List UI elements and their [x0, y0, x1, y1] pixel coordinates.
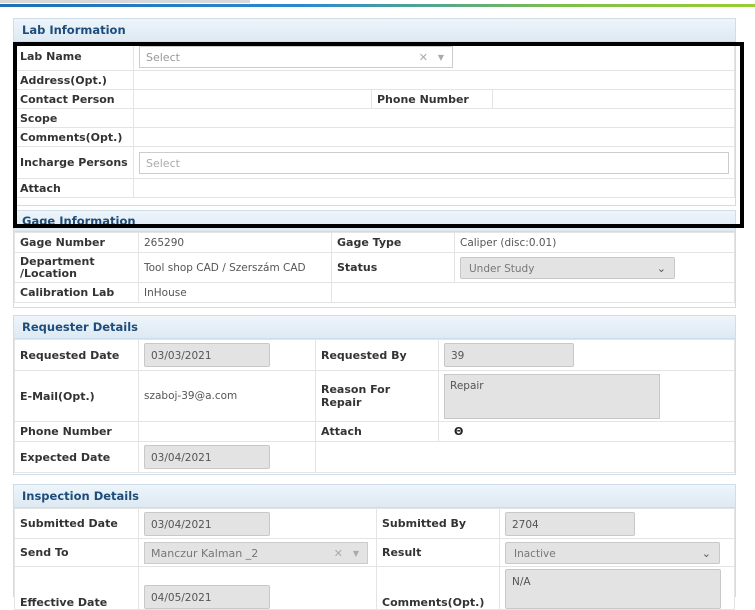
lab-information-table: Lab Name Select ✕ ▼ Address(Opt.) Contac…	[14, 42, 735, 198]
expected-date-label: Expected Date	[14, 441, 139, 473]
calibration-lab-value: InHouse	[138, 282, 332, 303]
inspection-details-header: Inspection Details	[14, 485, 735, 508]
gage-type-label: Gage Type	[331, 232, 455, 253]
requester-phone-value[interactable]	[138, 421, 316, 442]
chevron-down-icon: ⌄	[656, 261, 666, 275]
reason-cell: Repair	[438, 370, 735, 422]
requested-date-cell: 03/03/2021	[138, 339, 316, 371]
lab-name-label: Lab Name	[14, 42, 134, 71]
status-value: Under Study	[469, 262, 535, 275]
inspection-comments-input[interactable]: N/A	[505, 569, 721, 609]
lab-phone-label: Phone Number	[371, 89, 493, 109]
department-label-line2: /Location	[20, 266, 77, 280]
requester-attach-label: Attach	[315, 421, 439, 442]
submitted-date-cell: 03/04/2021	[138, 508, 377, 539]
submitted-by-label: Submitted By	[376, 508, 500, 539]
status-label: Status	[331, 252, 455, 283]
lab-name-placeholder: Select	[146, 50, 180, 64]
submitted-date-label: Submitted Date	[14, 508, 139, 539]
send-to-label: Send To	[14, 538, 139, 567]
status-cell: Under Study ⌄	[454, 252, 735, 283]
caret-down-icon[interactable]: ▼	[353, 543, 359, 565]
contact-person-value[interactable]	[133, 89, 372, 109]
effective-date-input[interactable]: 04/05/2021	[144, 585, 270, 609]
scope-value[interactable]	[133, 108, 735, 128]
send-to-cell: Manczur Kalman _2 ✕ ▼	[138, 538, 377, 567]
reason-for-repair-label: Reason For Repair	[315, 370, 439, 422]
gage-number-value: 265290	[138, 232, 332, 253]
gage-information-header: Gage Information	[14, 211, 735, 232]
department-label: Department /Location	[14, 252, 139, 283]
submitted-date-input[interactable]: 03/04/2021	[144, 511, 270, 536]
effective-date-cell: 04/05/2021	[138, 566, 377, 610]
email-value: szaboj-39@a.com	[138, 370, 316, 422]
scope-label: Scope	[14, 108, 134, 128]
requested-by-input[interactable]: 39	[444, 343, 574, 367]
requested-by-label: Requested By	[315, 339, 439, 371]
gage-number-label: Gage Number	[14, 232, 139, 253]
lab-phone-value[interactable]	[492, 89, 735, 109]
submitted-by-input[interactable]: 2704	[505, 511, 635, 536]
address-value[interactable]	[133, 70, 735, 90]
lab-name-cell: Select ✕ ▼	[133, 42, 735, 71]
requester-details-section: Requester Details Requested Date 03/03/2…	[13, 315, 736, 475]
requester-phone-label: Phone Number	[14, 421, 139, 442]
gage-type-value: Caliper (disc:0.01)	[454, 232, 735, 253]
incharge-persons-label: Incharge Persons	[14, 146, 134, 179]
clear-icon[interactable]: ✕	[419, 47, 428, 69]
address-label: Address(Opt.)	[14, 70, 134, 90]
requester-attach-cell: Θ	[438, 421, 735, 442]
chevron-down-icon: ⌄	[701, 546, 711, 560]
requested-date-label: Requested Date	[14, 339, 139, 371]
lab-attach-label: Attach	[14, 178, 134, 198]
submitted-by-cell: 2704	[499, 508, 735, 539]
incharge-persons-select[interactable]: Select	[139, 151, 729, 174]
result-cell: Inactive ⌄	[499, 538, 735, 567]
inspection-comments-label: Comments(Opt.)	[376, 566, 500, 610]
reason-for-repair-textarea[interactable]: Repair	[444, 373, 660, 419]
calibration-lab-label: Calibration Lab	[14, 282, 139, 303]
inspection-details-section: Inspection Details Submitted Date 03/04/…	[13, 484, 736, 610]
department-value: Tool shop CAD / Szerszám CAD	[138, 252, 332, 283]
inspection-comments-cell: N/A	[499, 566, 735, 610]
effective-date-label: Effective Date	[14, 566, 139, 610]
top-gradient-strip	[0, 4, 755, 7]
result-dropdown[interactable]: Inactive ⌄	[505, 541, 720, 564]
lab-information-header: Lab Information	[14, 19, 735, 42]
status-dropdown[interactable]: Under Study ⌄	[460, 256, 675, 279]
result-label: Result	[376, 538, 500, 567]
lab-name-select[interactable]: Select ✕ ▼	[139, 45, 453, 69]
email-label: E-Mail(Opt.)	[14, 370, 139, 422]
lab-comments-value[interactable]	[133, 127, 735, 147]
expected-date-input[interactable]: 03/04/2021	[144, 445, 270, 469]
gage-information-section: Gage Information Gage Number 265290 Gage…	[13, 210, 736, 308]
requester-details-table: Requested Date 03/03/2021 Requested By 3…	[14, 339, 735, 473]
result-value: Inactive	[514, 547, 556, 560]
lab-attach-value[interactable]	[133, 178, 735, 198]
top-accent-bar	[0, 0, 755, 10]
attachment-icon[interactable]: Θ	[444, 425, 463, 438]
inspection-details-table: Submitted Date 03/04/2021 Submitted By 2…	[14, 508, 735, 610]
incharge-placeholder: Select	[146, 156, 180, 170]
requested-by-cell: 39	[438, 339, 735, 371]
contact-person-label: Contact Person	[14, 89, 134, 109]
expected-date-empty	[315, 441, 735, 473]
gage-information-table: Gage Number 265290 Gage Type Caliper (di…	[14, 232, 735, 303]
calibration-lab-empty	[331, 282, 735, 303]
top-grey-strip	[0, 0, 250, 3]
requested-date-input[interactable]: 03/03/2021	[144, 343, 270, 367]
requester-details-header: Requester Details	[14, 316, 735, 339]
incharge-persons-cell: Select	[133, 146, 735, 179]
send-to-value: Manczur Kalman _2	[151, 546, 259, 560]
lab-information-section: Lab Information Lab Name Select ✕ ▼ Addr…	[13, 18, 736, 206]
caret-down-icon[interactable]: ▼	[438, 47, 444, 69]
expected-date-cell: 03/04/2021	[138, 441, 316, 473]
send-to-select[interactable]: Manczur Kalman _2 ✕ ▼	[144, 541, 368, 565]
lab-comments-label: Comments(Opt.)	[14, 127, 134, 147]
clear-icon[interactable]: ✕	[334, 543, 343, 565]
